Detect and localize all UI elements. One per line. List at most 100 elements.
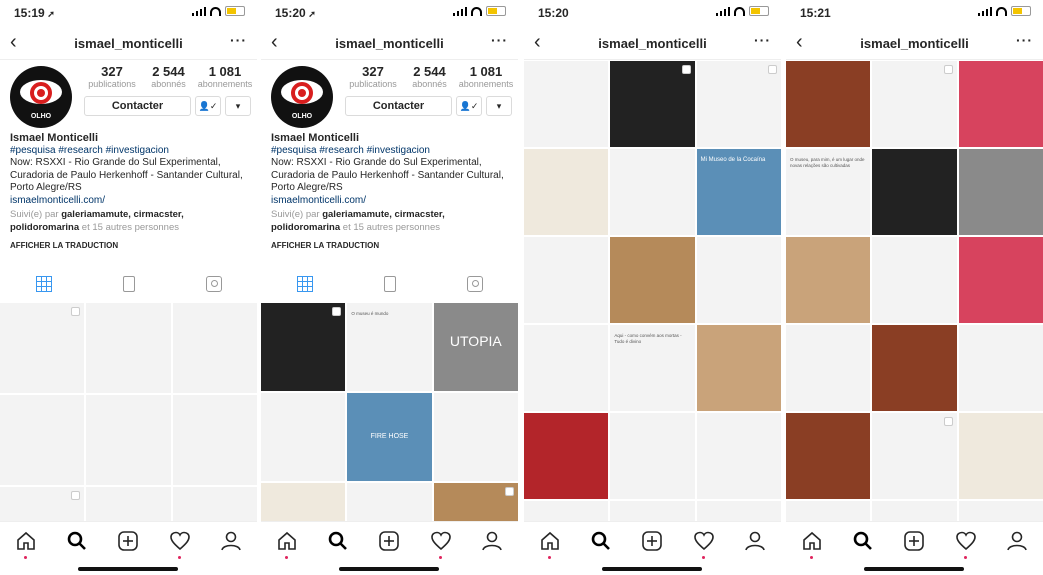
post-thumbnail[interactable] [786,237,871,323]
post-thumbnail[interactable] [261,393,346,481]
followed-by[interactable]: Suivi(e) par galeriamamute, cirmacster, … [10,209,247,234]
post-thumbnail[interactable] [872,237,957,323]
grid-tab-icon[interactable] [35,276,52,292]
post-thumbnail[interactable] [696,61,781,147]
post-thumbnail[interactable]: O museu é mundo [347,303,432,391]
following-button[interactable]: 👤✓ [456,96,482,116]
post-thumbnail[interactable] [347,483,432,523]
post-thumbnail[interactable] [524,325,609,411]
post-thumbnail[interactable] [696,413,781,499]
tagged-tab-icon[interactable] [466,276,483,292]
suggestions-dropdown-button[interactable]: ▾ [225,96,251,116]
post-thumbnail[interactable]: Aqui - como convém aos mortas - Tudo é d… [610,325,695,411]
activity-heart-icon[interactable] [693,530,715,559]
stat-publications[interactable]: 327 publications [84,64,140,89]
new-post-icon[interactable] [641,530,663,552]
post-thumbnail[interactable] [872,61,957,147]
post-thumbnail[interactable] [86,395,171,485]
following-button[interactable]: 👤✓ [195,96,221,116]
post-text: Aqui - como convém aos mortas - Tudo é d… [614,333,682,344]
post-thumbnail[interactable] [610,237,695,323]
post-thumbnail[interactable] [0,303,85,393]
post-thumbnail[interactable] [172,303,257,393]
new-post-icon[interactable] [378,530,400,552]
home-icon[interactable] [15,530,37,559]
post-thumbnail[interactable] [958,237,1043,323]
contact-button[interactable]: Contacter [84,96,191,116]
bio-hashtags[interactable]: #pesquisa #research #investigacion [271,145,508,158]
stat-followers[interactable]: 2 544 abonnés [402,64,458,89]
profile-icon[interactable] [744,530,766,552]
post-thumbnail[interactable]: O museu, para mim, é um lugar onde novas… [786,149,871,235]
contact-button[interactable]: Contacter [345,96,452,116]
post-thumbnail[interactable]: Mi Museo de la Cocaína [696,149,781,235]
signal-icon [978,6,992,16]
post-thumbnail[interactable] [958,61,1043,147]
post-thumbnail[interactable] [958,325,1043,411]
post-thumbnail[interactable] [872,413,957,499]
post-thumbnail[interactable] [786,325,871,411]
bio-link[interactable]: ismaelmonticelli.com/ [271,195,508,208]
new-post-icon[interactable] [903,530,925,552]
post-thumbnail[interactable] [786,413,871,499]
more-options-icon[interactable]: ··· [1016,32,1033,48]
grid-tab-icon[interactable] [296,276,313,292]
post-thumbnail[interactable] [524,237,609,323]
post-thumbnail[interactable] [86,303,171,393]
profile-icon[interactable] [481,530,503,552]
post-thumbnail[interactable]: FIRE HOSE [347,393,432,481]
post-thumbnail[interactable] [433,393,518,481]
bio-hashtags[interactable]: #pesquisa #research #investigacion [10,145,247,158]
stat-following[interactable]: 1 081 abonnements [458,64,514,89]
post-thumbnail[interactable] [872,325,957,411]
post-thumbnail[interactable] [261,483,346,523]
activity-heart-icon[interactable] [430,530,452,559]
post-thumbnail[interactable] [786,61,871,147]
post-thumbnail[interactable] [0,395,85,485]
search-icon[interactable] [327,530,349,552]
post-thumbnail[interactable] [610,149,695,235]
followed-by[interactable]: Suivi(e) par galeriamamute, cirmacster, … [271,209,508,234]
post-thumbnail[interactable] [696,237,781,323]
search-icon[interactable] [590,530,612,552]
home-icon[interactable] [539,530,561,559]
post-thumbnail[interactable] [958,149,1043,235]
post-thumbnail[interactable] [958,413,1043,499]
stat-publications[interactable]: 327 publications [345,64,401,89]
tagged-tab-icon[interactable] [205,276,222,292]
profile-icon[interactable] [1006,530,1028,552]
igtv-tab-icon[interactable] [383,276,396,292]
stat-followers[interactable]: 2 544 abonnés [141,64,197,89]
translate-link[interactable]: AFFICHER LA TRADUCTION [10,240,247,253]
avatar[interactable]: OLHO [10,66,72,128]
suggestions-dropdown-button[interactable]: ▾ [486,96,512,116]
translate-link[interactable]: AFFICHER LA TRADUCTION [271,240,508,253]
search-icon[interactable] [66,530,88,552]
stat-following[interactable]: 1 081 abonnements [197,64,253,89]
profile-icon[interactable] [220,530,242,552]
post-thumbnail[interactable] [524,413,609,499]
avatar[interactable]: OLHO [271,66,333,128]
more-options-icon[interactable]: ··· [754,32,771,48]
post-thumbnail[interactable] [524,61,609,147]
search-icon[interactable] [852,530,874,552]
bio-link[interactable]: ismaelmonticelli.com/ [10,195,247,208]
post-thumbnail[interactable] [524,149,609,235]
home-icon[interactable] [276,530,298,559]
home-icon[interactable] [801,530,823,559]
post-thumbnail[interactable] [872,149,957,235]
post-thumbnail[interactable]: UTOPIA [433,303,518,391]
post-thumbnail[interactable] [696,325,781,411]
post-thumbnail[interactable] [261,303,346,391]
more-options-icon[interactable]: ··· [230,32,247,48]
igtv-tab-icon[interactable] [122,276,135,292]
new-post-icon[interactable] [117,530,139,552]
activity-heart-icon[interactable] [169,530,191,559]
profile-username: ismael_monticelli [74,36,183,51]
more-options-icon[interactable]: ··· [491,32,508,48]
post-thumbnail[interactable] [172,395,257,485]
post-thumbnail[interactable] [433,483,518,523]
post-thumbnail[interactable] [610,61,695,147]
activity-heart-icon[interactable] [955,530,977,559]
post-thumbnail[interactable] [610,413,695,499]
